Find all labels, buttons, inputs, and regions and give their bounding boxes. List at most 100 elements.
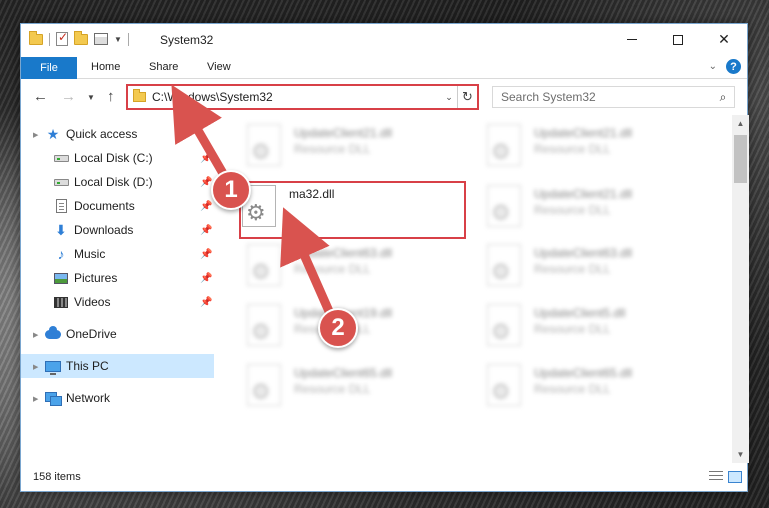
navigation-bar: ← → ▼ ↑ C:\Windows\System32 ⌄ ↻ Search S…	[21, 79, 747, 115]
search-input[interactable]: Search System32	[493, 90, 712, 104]
pin-icon[interactable]: 📌	[200, 225, 212, 236]
documents-icon	[55, 199, 67, 213]
file-item-ma32-dll[interactable]: ma32.dll	[214, 181, 429, 231]
tab-home[interactable]: Home	[91, 61, 120, 73]
file-item[interactable]: UpdateClient21.dll Resource DLL	[454, 181, 674, 231]
sidebar-item-videos[interactable]: Videos 📌	[21, 290, 214, 314]
cloud-icon	[45, 325, 61, 339]
pin-icon[interactable]: 📌	[200, 273, 212, 284]
file-type: Resource DLL	[534, 322, 611, 336]
file-type: Resource DLL	[294, 262, 371, 276]
sidebar-item-label: Local Disk (D:)	[74, 175, 153, 189]
sidebar-item-label: Pictures	[74, 271, 118, 285]
tab-file[interactable]: File	[21, 57, 77, 79]
sidebar-item-label: Quick access	[66, 127, 138, 141]
file-item[interactable]: UpdateClient63.dll Resource DLL	[214, 240, 434, 290]
sidebar-item-label: Network	[66, 391, 111, 405]
folder-icon	[29, 30, 43, 45]
file-type: Resource DLL	[294, 382, 371, 396]
dll-file-icon	[487, 304, 521, 346]
downloads-icon: ⬇	[55, 221, 67, 238]
sidebar-item-local-disk-d[interactable]: Local Disk (D:) 📌	[21, 170, 214, 194]
tiles-view-icon[interactable]	[728, 471, 742, 483]
refresh-icon[interactable]: ↻	[457, 86, 477, 108]
tab-share[interactable]: Share	[149, 61, 178, 73]
search-icon[interactable]: ⌕	[712, 90, 734, 105]
close-button[interactable]: ✕	[701, 24, 747, 55]
folder-icon	[133, 89, 146, 102]
drive-icon	[53, 154, 69, 162]
properties-check-icon[interactable]	[56, 30, 68, 46]
close-icon: ✕	[718, 31, 730, 47]
chevron-right-icon[interactable]: ▶	[33, 395, 38, 403]
scroll-up-icon[interactable]: ▲	[732, 115, 749, 132]
sidebar-item-this-pc[interactable]: ▶ This PC	[21, 354, 214, 378]
file-item[interactable]: UpdateClient63.dll Resource DLL	[454, 240, 674, 290]
pin-icon[interactable]: 📌	[200, 177, 212, 188]
scrollbar-thumb[interactable]	[734, 135, 747, 183]
file-item[interactable]: UpdateClient21.dll Resource DLL	[454, 120, 674, 170]
navigation-pane: ▶ ★ Quick access Local Disk (C:) 📌 Local…	[21, 115, 214, 463]
chevron-right-icon[interactable]: ▶	[33, 131, 38, 139]
quick-access-toolbar: ▼	[29, 30, 129, 46]
recent-locations-icon[interactable]: ▼	[87, 93, 95, 102]
dll-file-icon	[247, 244, 281, 286]
customize-icon[interactable]	[94, 33, 108, 45]
file-item[interactable]: UpdateClient19.dll Resource DLL	[214, 300, 434, 350]
details-view-icon[interactable]	[709, 471, 723, 483]
chevron-right-icon[interactable]: ▶	[33, 363, 38, 371]
file-type: Resource DLL	[294, 142, 371, 156]
file-item[interactable]: UpdateClient65.dll Resource DLL	[454, 360, 674, 410]
help-icon[interactable]: ?	[726, 59, 741, 74]
pin-icon[interactable]: 📌	[200, 153, 212, 164]
title-bar: ▼ System32 ✕	[21, 24, 747, 55]
sidebar-item-onedrive[interactable]: ▶ OneDrive	[21, 322, 214, 346]
file-name: UpdateClient21.dll	[534, 126, 633, 140]
file-type: Resource DLL	[534, 382, 611, 396]
file-item[interactable]: UpdateClient65.dll Resource DLL	[214, 360, 434, 410]
file-item[interactable]: UpdateClient5.dll Resource DLL	[454, 300, 674, 350]
scroll-down-icon[interactable]: ▼	[732, 446, 749, 463]
sidebar-item-label: OneDrive	[66, 327, 117, 341]
pin-icon[interactable]: 📌	[200, 297, 212, 308]
chevron-right-icon[interactable]: ▶	[33, 331, 38, 339]
up-arrow-icon[interactable]: ↑	[107, 88, 115, 105]
chevron-down-icon[interactable]: ⌄	[441, 92, 457, 103]
address-path[interactable]: C:\Windows\System32	[152, 90, 441, 104]
sidebar-item-local-disk-c[interactable]: Local Disk (C:) 📌	[21, 146, 214, 170]
network-icon	[45, 392, 62, 406]
window-title: System32	[160, 33, 214, 47]
maximize-button[interactable]	[655, 24, 701, 55]
toolbar-separator	[127, 32, 129, 46]
sidebar-item-documents[interactable]: Documents 📌	[21, 194, 214, 218]
address-bar[interactable]: C:\Windows\System32 ⌄ ↻	[126, 84, 479, 110]
pin-icon[interactable]: 📌	[200, 201, 212, 212]
sidebar-item-network[interactable]: ▶ Network	[21, 386, 214, 410]
dll-file-icon	[247, 124, 281, 166]
vertical-scrollbar[interactable]: ▲ ▼	[732, 115, 749, 463]
tab-view[interactable]: View	[207, 61, 231, 73]
minimize-button[interactable]	[609, 24, 655, 55]
dll-file-icon	[487, 124, 521, 166]
forward-arrow-icon[interactable]: →	[61, 88, 76, 105]
new-folder-icon[interactable]	[74, 30, 88, 45]
sidebar-item-music[interactable]: ♪ Music 📌	[21, 242, 214, 266]
sidebar-item-downloads[interactable]: ⬇ Downloads 📌	[21, 218, 214, 242]
expand-ribbon-icon[interactable]: ⌄	[709, 61, 717, 72]
search-box[interactable]: Search System32 ⌕	[492, 86, 735, 108]
sidebar-item-label: This PC	[66, 359, 109, 373]
file-item[interactable]: UpdateClient21.dll Resource DLL	[214, 120, 434, 170]
sidebar-item-quick-access[interactable]: ▶ ★ Quick access	[21, 122, 214, 146]
file-type: Resource DLL	[534, 142, 611, 156]
sidebar-item-pictures[interactable]: Pictures 📌	[21, 266, 214, 290]
file-explorer-window: ▼ System32 ✕ File Home Share View ⌄ ? ← …	[20, 23, 749, 492]
chevron-down-icon[interactable]: ▼	[114, 35, 122, 44]
file-name: UpdateClient21.dll	[294, 126, 393, 140]
file-name: UpdateClient5.dll	[534, 306, 626, 320]
back-arrow-icon[interactable]: ←	[33, 88, 48, 105]
pin-icon[interactable]: 📌	[200, 249, 212, 260]
drive-icon	[53, 178, 69, 186]
ribbon-tabs: File Home Share View ⌄ ?	[21, 55, 747, 79]
sidebar-item-label: Downloads	[74, 223, 134, 237]
file-name: UpdateClient65.dll	[294, 366, 393, 380]
